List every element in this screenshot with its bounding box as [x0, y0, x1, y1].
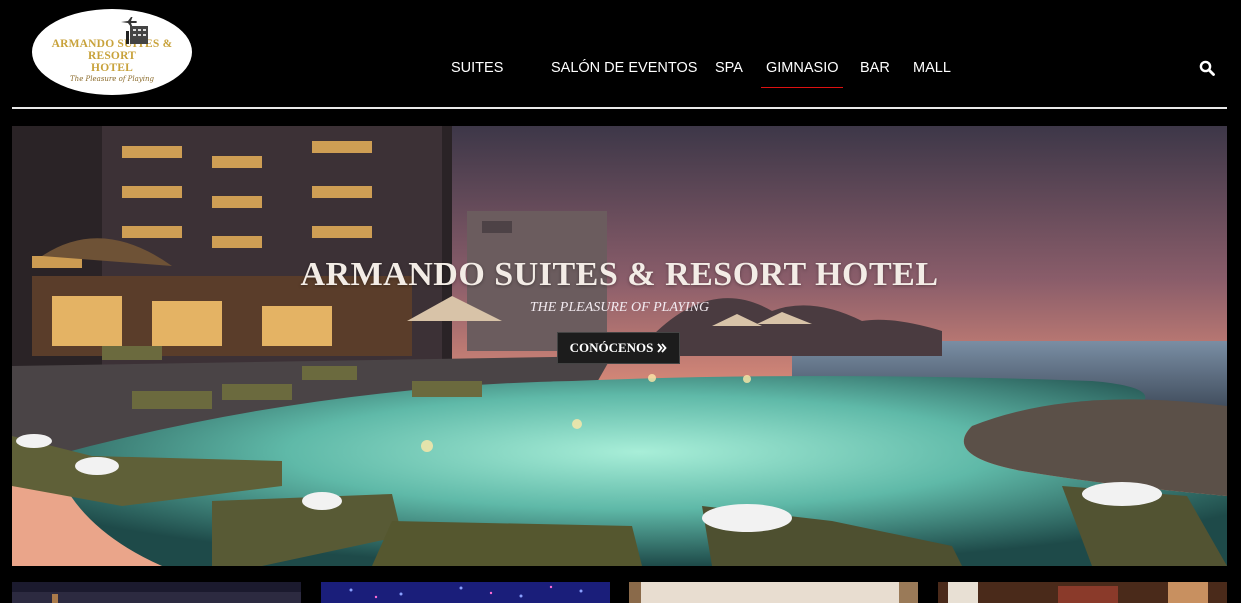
logo-tagline: The Pleasure of Playing	[70, 74, 154, 83]
conocenos-label: CONÓCENOS	[569, 340, 654, 355]
nav-item-suites[interactable]: SUITES	[451, 60, 503, 76]
logo-name-line2: HOTEL	[91, 61, 133, 74]
hero-title: ARMANDO SUITES & RESORT HOTEL	[300, 256, 939, 293]
nav-item-spa[interactable]: SPA	[715, 60, 743, 76]
thumbnail-restaurant[interactable]	[938, 582, 1227, 603]
thumbnail-spa-room[interactable]	[629, 582, 918, 603]
logo-name: ARMANDO SUITES & RESORT HOTEL	[32, 38, 192, 74]
nav-item-gimnasio[interactable]: GIMNASIO	[761, 60, 843, 88]
double-chevron-right-icon	[657, 343, 668, 353]
hero-subtitle: THE PLEASURE OF PLAYING	[529, 300, 710, 315]
nav-item-salon-de-eventos[interactable]: SALÓN DE EVENTOS	[551, 60, 697, 76]
building-icon	[126, 26, 148, 44]
nav-item-bar[interactable]: BAR	[860, 60, 890, 76]
header-divider	[12, 107, 1227, 109]
logo-name-line1: ARMANDO SUITES & RESORT	[51, 37, 173, 62]
conocenos-button[interactable]: CONÓCENOS	[557, 332, 680, 364]
nav-item-mall[interactable]: MALL	[913, 60, 951, 76]
hero-banner: ARMANDO SUITES & RESORT HOTEL THE PLEASU…	[12, 126, 1227, 566]
thumbnail-night-resort[interactable]	[12, 582, 301, 603]
hotel-logo[interactable]: ARMANDO SUITES & RESORT HOTEL The Pleasu…	[32, 9, 192, 95]
search-icon[interactable]	[1199, 60, 1215, 76]
thumbnail-event-lights[interactable]	[321, 582, 610, 603]
